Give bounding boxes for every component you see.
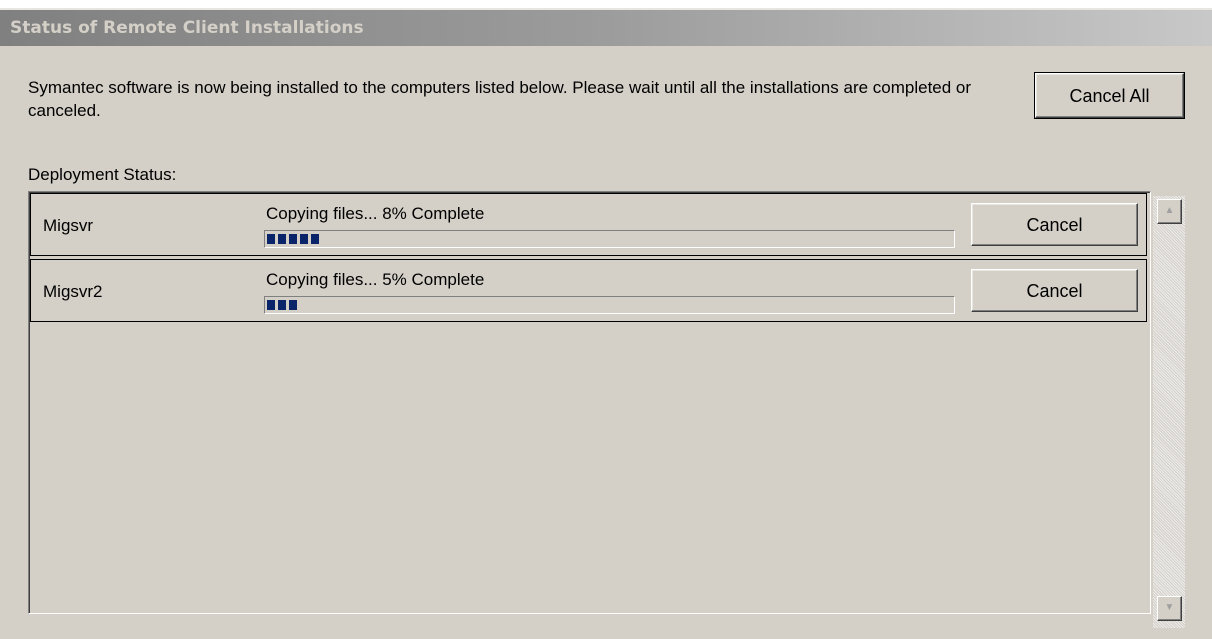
- status-text: Copying files... 5% Complete: [266, 270, 485, 289]
- deployment-row: Migsvr Copying files... 8% Complete Canc…: [30, 193, 1147, 256]
- cancel-button[interactable]: Cancel: [971, 203, 1138, 246]
- computer-name: Migsvr: [43, 216, 94, 235]
- cancel-button[interactable]: Cancel: [971, 269, 1138, 312]
- window-title: Status of Remote Client Installations: [10, 18, 364, 38]
- deployment-status-list: Migsvr Copying files... 8% Complete Canc…: [28, 191, 1151, 614]
- cancel-all-button[interactable]: Cancel All: [1034, 72, 1185, 119]
- deployment-status-label: Deployment Status:: [28, 165, 177, 184]
- scroll-down-icon[interactable]: ▼: [1157, 596, 1182, 621]
- scroll-up-icon[interactable]: ▲: [1157, 199, 1182, 224]
- progress-bar: [264, 296, 955, 314]
- title-bar: Status of Remote Client Installations: [0, 10, 1212, 46]
- deployment-row: Migsvr2 Copying files... 5% Complete Can…: [30, 259, 1147, 322]
- progress-fill: [267, 300, 297, 310]
- intro-message: Symantec software is now being installed…: [28, 78, 972, 120]
- progress-fill: [267, 234, 319, 244]
- computer-name: Migsvr2: [43, 282, 103, 301]
- status-text: Copying files... 8% Complete: [266, 204, 485, 223]
- progress-bar: [264, 230, 955, 248]
- vertical-scrollbar[interactable]: ▲ ▼: [1153, 196, 1185, 628]
- installation-status-window: Status of Remote Client Installations Sy…: [0, 8, 1212, 639]
